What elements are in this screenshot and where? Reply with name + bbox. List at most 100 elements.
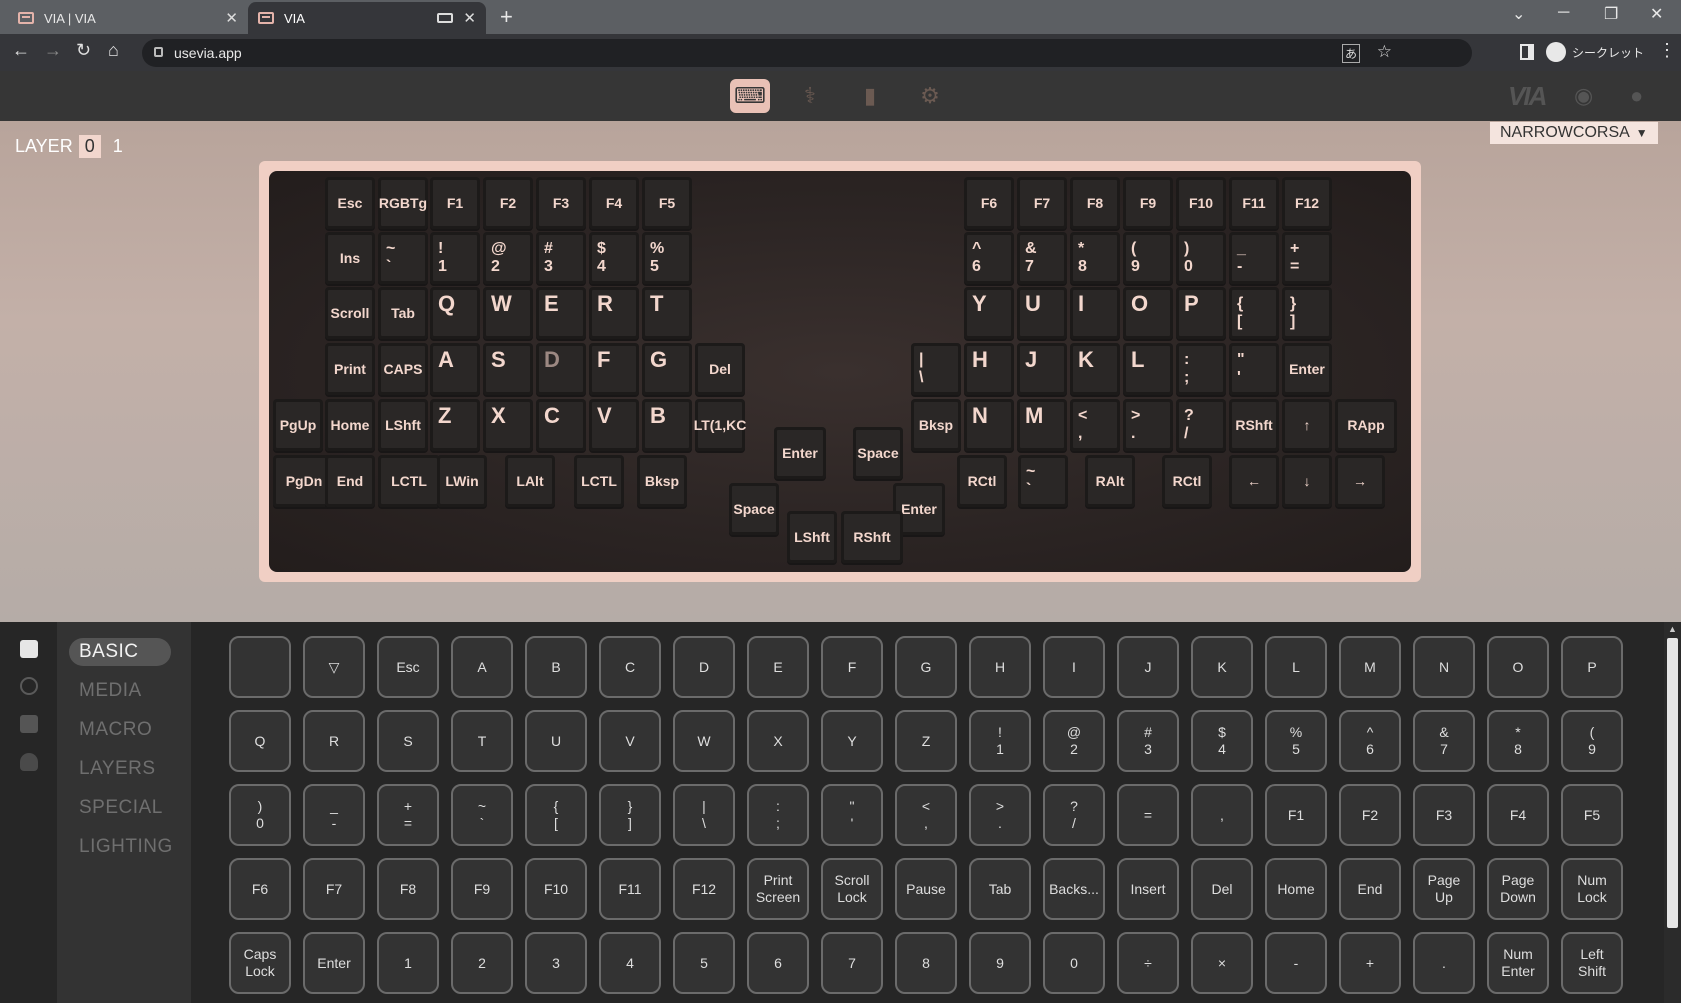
keycode-button[interactable]: ( 9 xyxy=(1561,710,1623,772)
category-media[interactable]: MEDIA xyxy=(69,677,171,705)
bookmark-star-icon[interactable]: ☆ xyxy=(1377,42,1392,62)
keyboard-key[interactable]: RCtl xyxy=(957,455,1007,507)
keyboard-key[interactable]: Space xyxy=(729,483,779,535)
keycode-button[interactable]: V xyxy=(599,710,661,772)
keyboard-key[interactable]: $4 xyxy=(589,232,639,284)
keyboard-key[interactable]: _ - xyxy=(1229,232,1279,284)
browser-menu-icon[interactable]: ⋮ xyxy=(1658,40,1676,61)
design-icon[interactable]: ▮ xyxy=(850,79,890,113)
keycode-button[interactable]: + xyxy=(1339,932,1401,994)
keycode-button[interactable]: 4 xyxy=(599,932,661,994)
keycode-button[interactable]: F12 xyxy=(673,858,735,920)
restore-button[interactable]: ❐ xyxy=(1604,4,1618,24)
category-basic[interactable]: BASIC xyxy=(69,638,171,666)
keyboard-key[interactable]: X xyxy=(483,399,533,451)
keyboard-key[interactable]: (9 xyxy=(1123,232,1173,284)
keycode-button[interactable]: Num Lock xyxy=(1561,858,1623,920)
keyboard-key[interactable]: LShft xyxy=(787,511,837,563)
keycode-button[interactable]: U xyxy=(525,710,587,772)
keyboard-key[interactable]: LCTL xyxy=(574,455,624,507)
keycode-button[interactable]: 9 xyxy=(969,932,1031,994)
keycode-button[interactable]: Tab xyxy=(969,858,1031,920)
keyboard-key[interactable]: W xyxy=(483,287,533,339)
keyboard-key[interactable]: ! 1 xyxy=(430,232,480,284)
keycode-button[interactable]: F xyxy=(821,636,883,698)
keyboard-key[interactable]: ) 0 xyxy=(1176,232,1226,284)
keycode-button[interactable]: C xyxy=(599,636,661,698)
keycode-button[interactable]: F4 xyxy=(1487,784,1549,846)
keycode-button[interactable]: × xyxy=(1191,932,1253,994)
keyboard-key[interactable]: F11 xyxy=(1229,177,1279,229)
keycode-button[interactable]: @ 2 xyxy=(1043,710,1105,772)
keycode-button[interactable]: _ - xyxy=(303,784,365,846)
settings-gear-icon[interactable]: ⚙ xyxy=(910,79,950,113)
keyboard-key[interactable]: {[ xyxy=(1229,287,1279,339)
keyboard-key[interactable]: J xyxy=(1017,343,1067,395)
keyboard-key[interactable]: → xyxy=(1335,455,1385,507)
keyboard-key[interactable]: C xyxy=(536,399,586,451)
keyboard-key[interactable]: LWin xyxy=(437,455,487,507)
keycode-button[interactable]: F10 xyxy=(525,858,587,920)
keyboard-key[interactable]: F2 xyxy=(483,177,533,229)
keycode-button[interactable]: < , xyxy=(895,784,957,846)
keyboard-key[interactable]: Scroll xyxy=(325,287,375,339)
keyboard-key[interactable]: #3 xyxy=(536,232,586,284)
translate-icon[interactable]: あ xyxy=(1341,44,1360,63)
minimize-button[interactable]: ─ xyxy=(1558,4,1569,22)
keyboard-key[interactable]: B xyxy=(642,399,692,451)
keycode-button[interactable]: . xyxy=(1413,932,1475,994)
keycode-button[interactable]: F2 xyxy=(1339,784,1401,846)
keycode-button[interactable]: T xyxy=(451,710,513,772)
keyboard-key[interactable]: Esc xyxy=(325,177,375,229)
keyboard-key[interactable]: Enter xyxy=(1282,343,1332,395)
keyboard-key[interactable]: P xyxy=(1176,287,1226,339)
keycode-button[interactable]: F5 xyxy=(1561,784,1623,846)
category-macro[interactable]: MACRO xyxy=(69,716,171,744)
keyboard-key[interactable]: Del xyxy=(695,343,745,395)
browser-tab[interactable]: VIA | VIA ✕ xyxy=(8,2,248,34)
keycode-button[interactable]: , xyxy=(1191,784,1253,846)
keyboard-key[interactable]: RShft xyxy=(841,511,903,563)
keyboard-key[interactable]: F7 xyxy=(1017,177,1067,229)
lighting-icon[interactable] xyxy=(20,677,38,695)
keycode-button[interactable]: S xyxy=(377,710,439,772)
keycode-button[interactable]: O xyxy=(1487,636,1549,698)
keyboard-key[interactable]: S xyxy=(483,343,533,395)
github-icon[interactable]: ● xyxy=(1630,83,1643,109)
keycode-button[interactable]: H xyxy=(969,636,1031,698)
keycode-button[interactable]: 6 xyxy=(747,932,809,994)
keyboard-key[interactable]: ^ 6 xyxy=(964,232,1014,284)
keyboard-key[interactable]: F1 xyxy=(430,177,480,229)
close-tab-icon[interactable]: ✕ xyxy=(463,9,476,27)
keyboard-key[interactable]: RGBTg xyxy=(378,177,428,229)
keyboard-key[interactable]: LT(1,KC xyxy=(694,399,746,451)
scroll-thumb[interactable] xyxy=(1667,638,1678,928)
keyboard-key[interactable]: LAlt xyxy=(505,455,555,507)
keyboard-key[interactable]: F8 xyxy=(1070,177,1120,229)
keycode-button[interactable]: > . xyxy=(969,784,1031,846)
keycode-button[interactable]: F8 xyxy=(377,858,439,920)
keycode-button[interactable]: I xyxy=(1043,636,1105,698)
layer-0-button[interactable]: 0 xyxy=(78,135,101,158)
keycode-button[interactable]: F1 xyxy=(1265,784,1327,846)
keycode-button[interactable]: 7 xyxy=(821,932,883,994)
category-lighting[interactable]: LIGHTING xyxy=(69,833,172,861)
keycode-button[interactable]: Z xyxy=(895,710,957,772)
keymap-icon[interactable] xyxy=(20,640,38,658)
keyboard-key[interactable]: RApp xyxy=(1335,399,1397,451)
keyboard-key[interactable]: ↓ xyxy=(1282,455,1332,507)
keyboard-key[interactable]: * 8 xyxy=(1070,232,1120,284)
keycode-button[interactable]: = xyxy=(1117,784,1179,846)
keyboard-key[interactable]: O xyxy=(1123,287,1173,339)
keycode-button[interactable]: ? / xyxy=(1043,784,1105,846)
scroll-up-icon[interactable]: ▲ xyxy=(1668,624,1677,634)
keyboard-key[interactable]: F xyxy=(589,343,639,395)
keycode-button[interactable]: G xyxy=(895,636,957,698)
panel-scrollbar[interactable]: ▲ xyxy=(1664,622,1681,1003)
keyboard-key[interactable]: Print xyxy=(325,343,375,395)
keycode-button[interactable]: F6 xyxy=(229,858,291,920)
keyboard-key[interactable]: ? / xyxy=(1176,399,1226,451)
keycode-button[interactable]: L xyxy=(1265,636,1327,698)
keyboard-key[interactable]: Z xyxy=(430,399,480,451)
keycode-button[interactable]: 3 xyxy=(525,932,587,994)
